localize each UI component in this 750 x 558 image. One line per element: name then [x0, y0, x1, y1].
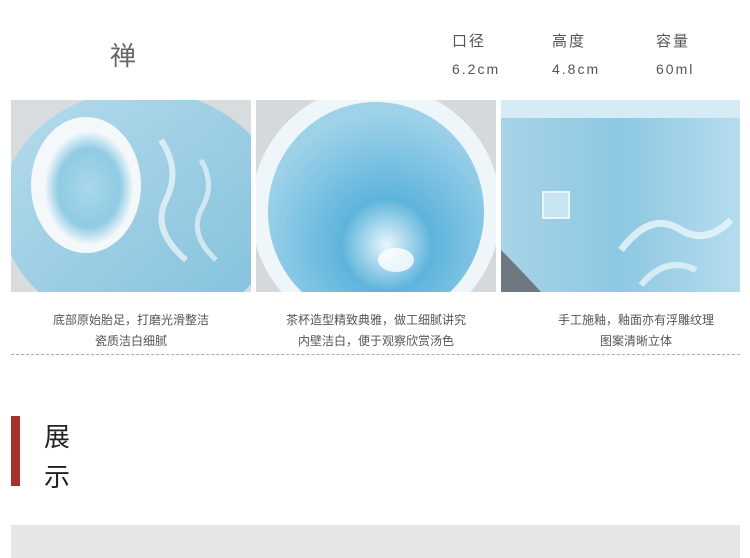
section-title-char: 示 — [44, 463, 71, 493]
section-title-char: 展 — [44, 423, 71, 453]
caption-line: 底部原始胎足，打磨光滑整洁 — [52, 313, 209, 327]
caption-relief: 手工施釉，釉面亦有浮雕纹理 图案清晰立体 — [516, 310, 750, 352]
caption-interior: 茶杯造型精致典雅，做工细腻讲究 内壁洁白，便于观察欣赏汤色 — [256, 310, 496, 352]
spec-value: 4.8cm — [552, 61, 601, 77]
spec-capacity: 容量 60ml — [656, 30, 694, 77]
spec-label: 高度 — [552, 32, 587, 50]
spec-diameter: 口径 6.2cm — [452, 30, 500, 77]
spec-value: 60ml — [656, 61, 695, 77]
caption-line: 瓷质洁白细腻 — [94, 334, 167, 348]
product-name: 禅 — [110, 42, 137, 72]
dashed-divider — [11, 354, 740, 355]
section-accent-bar — [11, 416, 20, 486]
spec-label: 容量 — [656, 32, 691, 50]
caption-line: 内壁洁白，便于观察欣赏汤色 — [297, 334, 454, 348]
section-title: 展 示 — [44, 418, 70, 498]
spec-value: 6.2cm — [452, 61, 501, 77]
cup-base-photo — [11, 100, 251, 292]
caption-line: 手工施釉，釉面亦有浮雕纹理 — [557, 313, 714, 327]
spec-label: 口径 — [452, 32, 487, 50]
caption-base: 底部原始胎足，打磨光滑整洁 瓷质洁白细腻 — [11, 310, 251, 352]
caption-line: 图案清晰立体 — [599, 334, 672, 348]
caption-line: 茶杯造型精致典雅，做工细腻讲究 — [285, 313, 466, 327]
cup-relief-photo — [501, 100, 740, 292]
bottom-panel — [11, 525, 740, 558]
cup-interior-photo — [256, 100, 496, 292]
spec-height: 高度 4.8cm — [552, 30, 600, 77]
